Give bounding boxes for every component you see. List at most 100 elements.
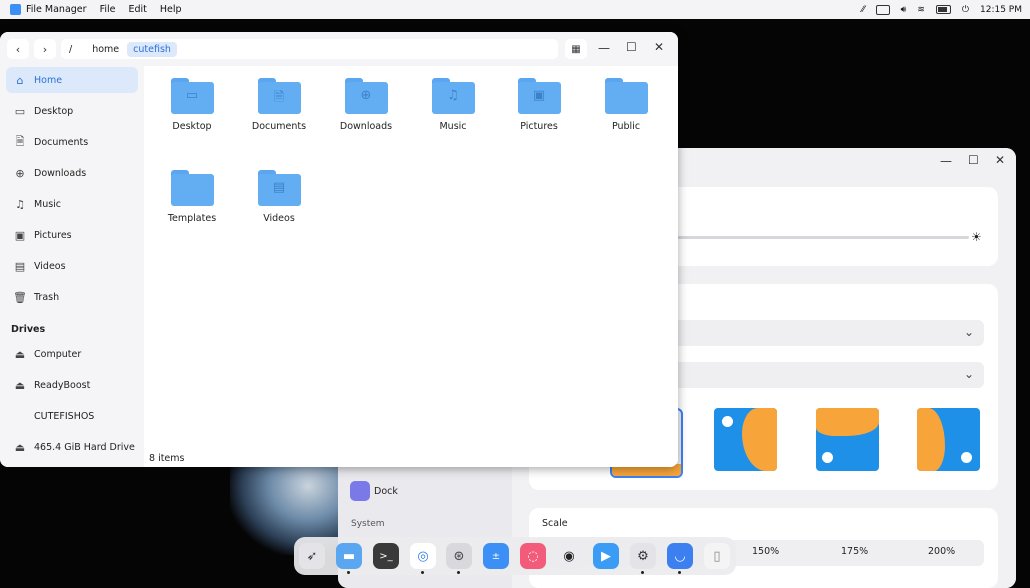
settings-gear-icon[interactable]: ⚙ — [630, 543, 656, 569]
calculator-icon[interactable]: ± — [483, 543, 509, 569]
dock: ➶ ▬ >_ ◎ ⊛ ± ◌ ◉ ▶ ⚙ ◡ ▯ — [294, 537, 736, 575]
chevron-left-icon: ‹ — [15, 42, 21, 56]
folder-templates[interactable]: Templates — [152, 170, 232, 224]
chevron-down-icon: ⌄ — [963, 325, 974, 339]
sidebar-item-hard-drive[interactable]: ⏏ 465.4 GiB Hard Drive — [6, 434, 138, 460]
menu-file[interactable]: File — [100, 4, 116, 15]
desktop-icon: ▭ — [14, 104, 26, 118]
view-toggle-button[interactable]: ▦ — [565, 39, 587, 59]
folder-videos[interactable]: ▤ Videos — [239, 170, 319, 224]
folder-label: Public — [611, 121, 641, 132]
wallpaper-thumb-3[interactable] — [816, 408, 879, 471]
breadcrumb-cutefish[interactable]: cutefish — [127, 41, 177, 57]
running-indicator — [347, 571, 350, 574]
wallpaper-thumb-2[interactable] — [714, 408, 777, 471]
sidebar-item-computer[interactable]: ⏏ Computer — [6, 341, 138, 367]
sidebar-item-videos[interactable]: ▤ Videos — [6, 253, 138, 279]
breadcrumb[interactable]: / home cutefish — [61, 39, 558, 59]
close-icon[interactable]: ✕ — [654, 40, 664, 54]
forward-button[interactable]: › — [34, 39, 56, 59]
file-manager-titlebar[interactable]: ‹ › / home cutefish ▦ — ☐ ✕ — [0, 32, 678, 66]
sidebar-item-label: ReadyBoost — [34, 379, 91, 391]
sidebar-item-readyboost[interactable]: ⏏ ReadyBoost — [6, 372, 138, 398]
brightness-sun-icon: ☀ — [971, 230, 982, 244]
sidebar-item-music[interactable]: ♫ Music — [6, 191, 138, 217]
breadcrumb-root[interactable]: / — [63, 42, 78, 57]
file-manager-window[interactable]: ‹ › / home cutefish ▦ — ☐ ✕ ⌂ Home ▭ Deskt… — [0, 32, 678, 467]
keyboard-icon[interactable] — [875, 4, 890, 15]
folder-icon — [604, 78, 648, 114]
sidebar-item-label: Computer — [34, 348, 82, 360]
folder-label: Templates — [167, 213, 217, 224]
folder-music[interactable]: ♫ Music — [413, 78, 493, 132]
sidebar-item-label: CUTEFISHOS — [34, 410, 95, 422]
terminal-icon[interactable]: >_ — [373, 543, 399, 569]
top-panel: File Manager File Edit Help ⁄⁄ 🔊︎ ≋ ⏻ 12… — [0, 0, 1030, 19]
maximize-icon[interactable]: ☐ — [626, 40, 637, 54]
input-method-icon[interactable]: ⁄⁄ — [862, 5, 865, 15]
sidebar-item-documents[interactable]: 🗎 Documents — [6, 129, 138, 155]
trash-bin-icon[interactable]: ▯ — [704, 543, 730, 569]
scale-label: Scale — [542, 518, 568, 529]
running-indicator — [678, 571, 681, 574]
sidebar-item-desktop[interactable]: ▭ Desktop — [6, 98, 138, 124]
system-monitor-icon[interactable]: ⊛ — [446, 543, 472, 569]
store-icon[interactable]: ◡ — [667, 543, 693, 569]
music-icon: ♫ — [15, 197, 25, 211]
close-icon[interactable]: ✕ — [995, 153, 1005, 167]
folder-public[interactable]: Public — [586, 78, 666, 132]
app-name[interactable]: File Manager — [26, 4, 87, 15]
minimize-icon[interactable]: — — [940, 154, 952, 168]
scale-option-150[interactable]: 150% — [752, 546, 779, 557]
sidebar-item-label: Pictures — [34, 229, 72, 241]
sidebar-item-pictures[interactable]: ▣ Pictures — [6, 222, 138, 248]
folder-label: Documents — [251, 121, 307, 132]
file-manager-dock-icon[interactable]: ▬ — [336, 543, 362, 569]
downloads-folder-icon: ⊕ — [344, 78, 388, 114]
debian-installer-icon[interactable]: ◌ — [520, 543, 546, 569]
sidebar-item-label: Documents — [34, 136, 89, 148]
sidebar-item-cutefishos[interactable]: CUTEFISHOS — [6, 403, 138, 429]
settings-section-system: System — [351, 519, 385, 529]
browser-icon[interactable]: ◎ — [410, 543, 436, 569]
battery-icon[interactable] — [935, 5, 951, 14]
volume-icon[interactable]: 🔊︎ — [901, 5, 907, 15]
clock[interactable]: 12:15 PM — [980, 5, 1022, 15]
running-indicator — [457, 571, 460, 574]
sidebar-item-home[interactable]: ⌂ Home — [6, 67, 138, 93]
menu-help[interactable]: Help — [160, 4, 182, 15]
chevron-right-icon: › — [42, 42, 48, 56]
screenshot-icon[interactable]: ◉ — [556, 543, 582, 569]
folder-downloads[interactable]: ⊕ Downloads — [326, 78, 406, 132]
folder-documents[interactable]: 🗎 Documents — [239, 78, 319, 132]
folder-desktop[interactable]: ▭ Desktop — [152, 78, 232, 132]
wallpaper-thumb-4[interactable] — [917, 408, 980, 471]
folder-pictures[interactable]: ▣ Pictures — [499, 78, 579, 132]
videos-folder-icon: ▤ — [257, 170, 301, 206]
folder-label: Downloads — [339, 121, 393, 132]
downloads-icon: ⊕ — [15, 166, 25, 180]
sidebar-item-label: Desktop — [34, 105, 74, 117]
back-button[interactable]: ‹ — [7, 39, 29, 59]
home-icon: ⌂ — [16, 73, 24, 87]
sidebar-item-trash[interactable]: 🗑︎ Trash — [6, 284, 138, 310]
scale-option-200[interactable]: 200% — [928, 546, 955, 557]
file-view[interactable]: ▭ Desktop 🗎 Documents ⊕ Downloads ♫ Musi… — [144, 66, 678, 467]
wifi-icon[interactable]: ≋ — [917, 5, 925, 15]
drive-icon: ⏏ — [14, 347, 26, 361]
scale-option-175[interactable]: 175% — [841, 546, 868, 557]
sidebar-item-downloads[interactable]: ⊕ Downloads — [6, 160, 138, 186]
pictures-folder-icon: ▣ — [517, 78, 561, 114]
drives-header: Drives — [11, 324, 46, 335]
maximize-icon[interactable]: ☐ — [968, 153, 979, 167]
launcher-rocket-icon[interactable]: ➶ — [299, 543, 325, 569]
power-icon[interactable]: ⏻ — [962, 5, 969, 15]
running-indicator — [641, 571, 644, 574]
settings-item-dock[interactable]: Dock — [374, 486, 398, 497]
minimize-icon[interactable]: — — [598, 41, 610, 55]
dock-settings-icon — [350, 481, 370, 501]
breadcrumb-home[interactable]: home — [86, 42, 125, 57]
menu-edit[interactable]: Edit — [128, 4, 146, 15]
pictures-icon: ▣ — [14, 228, 26, 242]
video-player-icon[interactable]: ▶ — [593, 543, 619, 569]
